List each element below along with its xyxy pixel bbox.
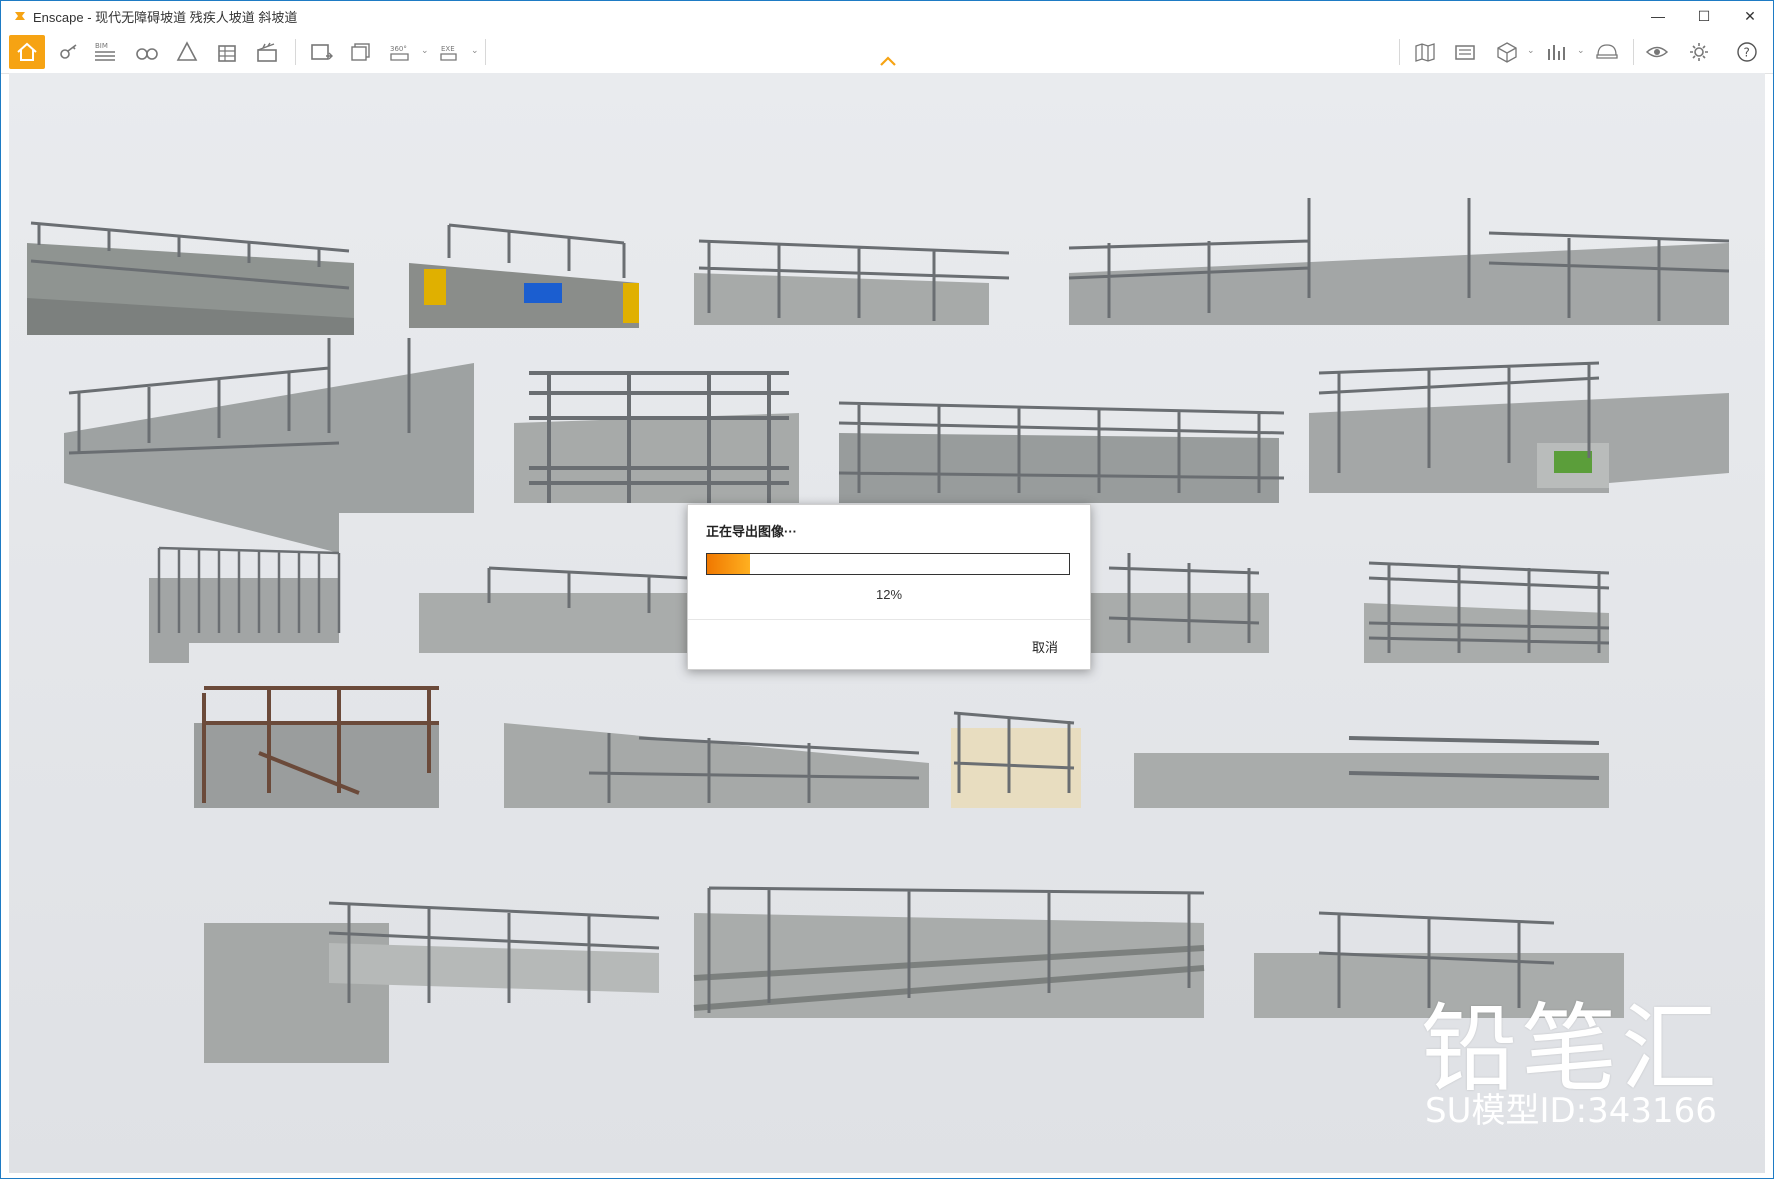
toolbar-separator: [1399, 39, 1400, 65]
helmet-icon: [1596, 44, 1618, 59]
progress-fill: [707, 554, 751, 574]
window-title: Enscape - 现代无障碍坡道 残疾人坡道 斜坡道: [33, 9, 298, 25]
export-button[interactable]: EXE: [433, 35, 469, 69]
cube-dropdown-caret[interactable]: ⌄: [1527, 45, 1535, 56]
home-icon: [17, 42, 37, 61]
clapper-button[interactable]: [249, 35, 285, 69]
ramp-model: [514, 371, 799, 503]
bar-chart-icon: [1548, 45, 1565, 60]
help-icon: ?: [1737, 42, 1757, 62]
dialog-divider: [688, 619, 1090, 620]
views-button[interactable]: [1447, 35, 1483, 69]
home-button[interactable]: [9, 35, 45, 69]
cube-icon: [1497, 42, 1517, 63]
window-controls: — ☐ ✕: [1635, 1, 1773, 31]
watermark-model-id: SU模型ID:343166: [1425, 1091, 1717, 1131]
panorama-dropdown-caret[interactable]: ⌄: [421, 45, 429, 56]
helmet-button[interactable]: [1589, 35, 1625, 69]
key-icon: [60, 44, 77, 59]
building-button[interactable]: [209, 35, 245, 69]
building-icon: [218, 45, 236, 62]
cube-button[interactable]: [1489, 35, 1525, 69]
svg-text:360°: 360°: [390, 45, 407, 53]
toolbar-separator: [295, 39, 296, 65]
minimize-button[interactable]: —: [1635, 1, 1681, 31]
dialog-title: 正在导出图像···: [706, 524, 797, 539]
svg-text:EXE: EXE: [441, 45, 455, 53]
settings-button[interactable]: [1681, 35, 1717, 69]
progress-percent-label: 12%: [875, 587, 903, 602]
panorama-icon: 360°: [390, 45, 409, 61]
toolbar-separator: [485, 39, 486, 65]
clapper-icon: [257, 42, 277, 62]
title-bar: Enscape - 现代无障碍坡道 残疾人坡道 斜坡道 — ☐ ✕: [1, 1, 1773, 31]
map-icon: [1415, 43, 1435, 62]
gear-icon: [1690, 43, 1708, 61]
enscape-window: Enscape - 现代无障碍坡道 残疾人坡道 斜坡道 — ☐ ✕ BIM 36…: [0, 0, 1774, 1179]
maximize-button[interactable]: ☐: [1681, 1, 1727, 31]
export-progress-dialog: 正在导出图像··· 12% 取消: [687, 504, 1091, 670]
svg-text:?: ?: [1744, 46, 1750, 60]
panorama-button[interactable]: 360°: [383, 35, 419, 69]
close-button[interactable]: ✕: [1727, 1, 1773, 31]
eye-button[interactable]: [1639, 35, 1675, 69]
asset-library-icon: [176, 41, 198, 61]
eye-icon: [1645, 46, 1669, 58]
help-button[interactable]: ?: [1729, 35, 1765, 69]
export-icon: EXE: [440, 45, 457, 61]
toolbar-separator: [1633, 39, 1634, 65]
key-button[interactable]: [51, 35, 87, 69]
screenshot-button[interactable]: [303, 35, 339, 69]
toolbar: BIM 360° ⌄ EXE ⌄ ⌄ ⌄ ?: [1, 31, 1773, 74]
batch-render-button[interactable]: [343, 35, 379, 69]
map-button[interactable]: [1407, 35, 1443, 69]
enscape-logo-icon: [15, 12, 25, 20]
cancel-button[interactable]: 取消: [1032, 637, 1058, 656]
batch-render-icon: [351, 43, 370, 61]
binoculars-button[interactable]: [129, 35, 165, 69]
views-icon: [1455, 45, 1475, 60]
svg-text:BIM: BIM: [95, 42, 108, 50]
screenshot-icon: [311, 44, 333, 60]
bim-button[interactable]: BIM: [87, 35, 123, 69]
asset-library-button[interactable]: [169, 35, 205, 69]
export-dropdown-caret[interactable]: ⌄: [471, 45, 479, 56]
bar-chart-button[interactable]: [1539, 35, 1575, 69]
collapse-toolbar-chevron-icon[interactable]: [879, 55, 897, 67]
chart-dropdown-caret[interactable]: ⌄: [1577, 45, 1585, 56]
bim-icon: BIM: [95, 42, 115, 61]
binoculars-icon: [136, 48, 158, 60]
export-progress-bar: [706, 553, 1070, 575]
